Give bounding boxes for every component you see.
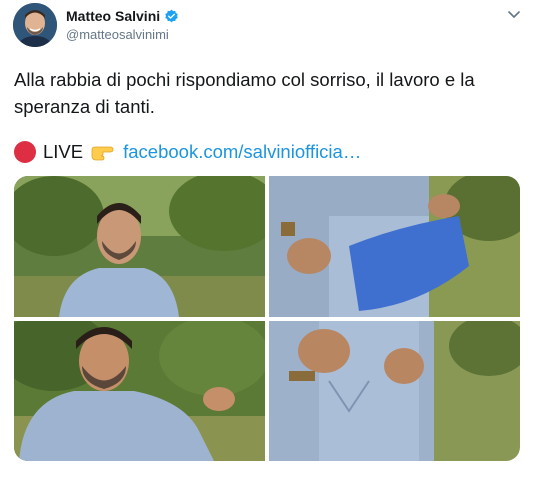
avatar[interactable]: [13, 3, 57, 47]
photo-3[interactable]: [14, 321, 265, 461]
red-circle-icon: [14, 141, 36, 163]
chevron-down-icon[interactable]: [506, 6, 522, 22]
author-handle[interactable]: @matteosalvinimi: [66, 27, 169, 42]
live-label: LIVE: [43, 141, 84, 162]
photo-2[interactable]: [269, 176, 520, 317]
tweet-card: Matteo Salvini @matteosalvinimi Alla rab…: [0, 0, 538, 480]
tweet-text: Alla rabbia di pochi rispondiamo col sor…: [14, 69, 475, 117]
photo-4[interactable]: [269, 321, 520, 461]
facebook-link[interactable]: facebook.com/salviniofficia…: [123, 141, 361, 163]
verified-badge-icon: [164, 9, 179, 24]
author-name-row[interactable]: Matteo Salvini: [66, 8, 179, 24]
display-name[interactable]: Matteo Salvini: [66, 8, 160, 24]
media-grid: [14, 176, 520, 461]
live-line: LIVE facebook.com/salviniofficia…: [14, 141, 361, 163]
pointing-right-hand-icon: [90, 141, 116, 163]
photo-1[interactable]: [14, 176, 265, 317]
